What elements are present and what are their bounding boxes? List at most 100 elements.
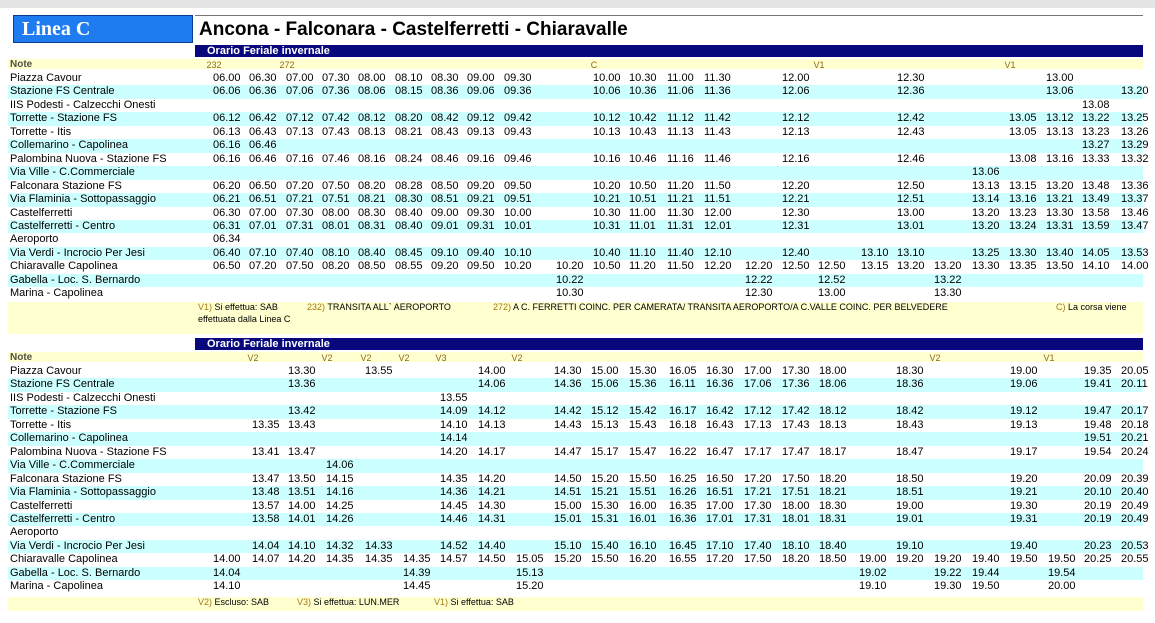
departure-time: 15.10 xyxy=(554,539,582,552)
departure-time: 18.30 xyxy=(819,499,847,512)
departure-time: 19.21 xyxy=(1010,486,1038,499)
table-row: IIS Podesti - Calzecchi Onesti 13.08 xyxy=(8,98,1143,113)
departure-time: 20.18 xyxy=(1121,418,1149,431)
stop-name: Falconara Stazione FS xyxy=(10,472,122,485)
departure-time: 11.10 xyxy=(629,246,656,259)
departure-time: 19.06 xyxy=(1010,378,1038,391)
stop-name: Torrette - Stazione FS xyxy=(10,112,117,125)
departure-time: 13.23 xyxy=(1082,125,1110,138)
departure-time: 15.31 xyxy=(591,512,619,525)
departure-time: 14.00 xyxy=(478,365,506,377)
column-note: C xyxy=(590,60,598,70)
departure-time: 08.40 xyxy=(395,206,423,219)
departure-time: 20.21 xyxy=(1121,432,1149,445)
departure-time: 15.13 xyxy=(591,418,619,431)
departure-time: 20.19 xyxy=(1084,512,1112,525)
departure-time: 13.36 xyxy=(1121,179,1149,192)
departure-time: 20.53 xyxy=(1121,539,1149,552)
departure-time: 20.39 xyxy=(1121,472,1149,485)
departure-time: 09.50 xyxy=(467,260,495,273)
table-row: Castelferretti 13.57 14.00 14.25 14.45 14.30 1… xyxy=(8,499,1149,513)
departure-time: 14.16 xyxy=(326,486,354,499)
departure-time: 19.48 xyxy=(1084,418,1112,431)
departure-time: 12.51 xyxy=(897,193,925,206)
departure-time: 12.30 xyxy=(897,72,925,84)
departure-time: 13.05 xyxy=(1009,125,1037,138)
departure-time: 13.35 xyxy=(1009,260,1037,273)
stop-name: Stazione FS Centrale xyxy=(10,85,115,98)
footnote-text: TRANSITA ALL` AEROPORTO xyxy=(327,302,451,312)
departure-time: 13.37 xyxy=(1121,193,1149,206)
departure-time: 14.04 xyxy=(252,539,280,552)
departure-time: 18.42 xyxy=(896,405,924,418)
departure-time: 13.25 xyxy=(972,246,1000,259)
departure-time: 10.10 xyxy=(504,246,532,259)
departure-time: 13.36 xyxy=(288,378,316,391)
departure-time: 13.13 xyxy=(972,179,1000,192)
departure-time: 15.00 xyxy=(554,499,582,512)
departure-time: 17.30 xyxy=(782,365,810,377)
departure-time: 07.40 xyxy=(286,246,314,259)
departure-time: 07.00 xyxy=(249,206,277,219)
departure-time: 20.24 xyxy=(1121,445,1149,458)
departure-time: 14.14 xyxy=(440,432,468,445)
departure-time: 14.20 xyxy=(478,472,506,485)
departure-time: 19.13 xyxy=(1010,418,1038,431)
departure-time: 07.20 xyxy=(286,179,314,192)
departure-time: 10.20 xyxy=(504,260,532,273)
departure-time: 16.22 xyxy=(669,445,697,458)
departure-time: 19.41 xyxy=(1084,378,1112,391)
departure-time: 08.20 xyxy=(395,112,423,125)
departure-time: 19.35 xyxy=(1084,365,1112,377)
departure-time: 06.13 xyxy=(213,125,241,138)
departure-time: 10.20 xyxy=(593,179,621,192)
departure-time: 14.42 xyxy=(554,405,582,418)
departure-time: 08.28 xyxy=(395,179,423,192)
departure-time: 09.50 xyxy=(504,179,532,192)
departure-time: 15.05 xyxy=(516,553,544,566)
departure-time: 17.51 xyxy=(782,486,810,499)
departure-time: 14.10 xyxy=(288,539,316,552)
column-note: V2 xyxy=(929,353,941,363)
departure-time: 09.06 xyxy=(467,85,495,98)
departure-time: 08.15 xyxy=(395,85,423,98)
departure-time: 17.43 xyxy=(782,418,810,431)
footnote-text: effettuata dalla Linea C xyxy=(198,314,291,324)
departure-time: 09.31 xyxy=(467,219,495,232)
departure-time: 09.01 xyxy=(431,219,459,232)
departure-time: 19.44 xyxy=(972,566,1000,579)
table-row: Via Verdi - Incrocio Per Jesi 14.04 14.10 1… xyxy=(8,539,1149,554)
departure-time: 13.14 xyxy=(972,193,1000,206)
departure-time: 14.43 xyxy=(554,418,582,431)
table-row: Collemarino - Capolinea 06.16 06.46 13.27 13… xyxy=(8,139,1149,153)
departure-time: 11.40 xyxy=(667,246,694,259)
departure-time: 13.01 xyxy=(897,219,925,232)
departure-time: 18.00 xyxy=(782,499,810,512)
stop-name: Via Ville - C.Commerciale xyxy=(10,166,135,179)
departure-time: 06.40 xyxy=(213,246,241,259)
departure-time: 13.48 xyxy=(1082,179,1110,192)
stop-name: Palombina Nuova - Stazione FS xyxy=(10,152,167,165)
departure-time: 07.13 xyxy=(286,125,314,138)
departure-time: 09.42 xyxy=(504,112,532,125)
footnote-item: effettuata dalla Linea C xyxy=(198,314,290,324)
departure-time: 10.22 xyxy=(556,273,584,286)
departure-time: 20.19 xyxy=(1084,499,1112,512)
departure-time: 15.12 xyxy=(591,405,619,418)
departure-time: 20.10 xyxy=(1084,486,1112,499)
footnote-item: V2) Escluso: SAB xyxy=(198,597,269,607)
route-title: Ancona - Falconara - Castelferretti - Ch… xyxy=(199,19,628,40)
table-row: Castelferretti - Centro 06.31 07.01 07.31 08… xyxy=(8,219,1149,234)
footnote-code: V3) xyxy=(297,597,312,607)
stop-name: Aeroporto xyxy=(10,526,59,539)
departure-time: 07.00 xyxy=(286,72,314,84)
column-note: V3 xyxy=(435,353,447,363)
footnote-code: V2) xyxy=(198,597,213,607)
departure-time: 13.35 xyxy=(252,418,280,431)
departure-time: 08.42 xyxy=(431,112,459,125)
column-note: V1 xyxy=(1004,60,1016,70)
departure-time: 13.46 xyxy=(1121,206,1149,219)
departure-time: 15.30 xyxy=(591,499,619,512)
table-row: Via Flaminia - Sottopassaggio 06.21 06.51 0… xyxy=(8,193,1149,207)
column-note: V1 xyxy=(1043,353,1055,363)
